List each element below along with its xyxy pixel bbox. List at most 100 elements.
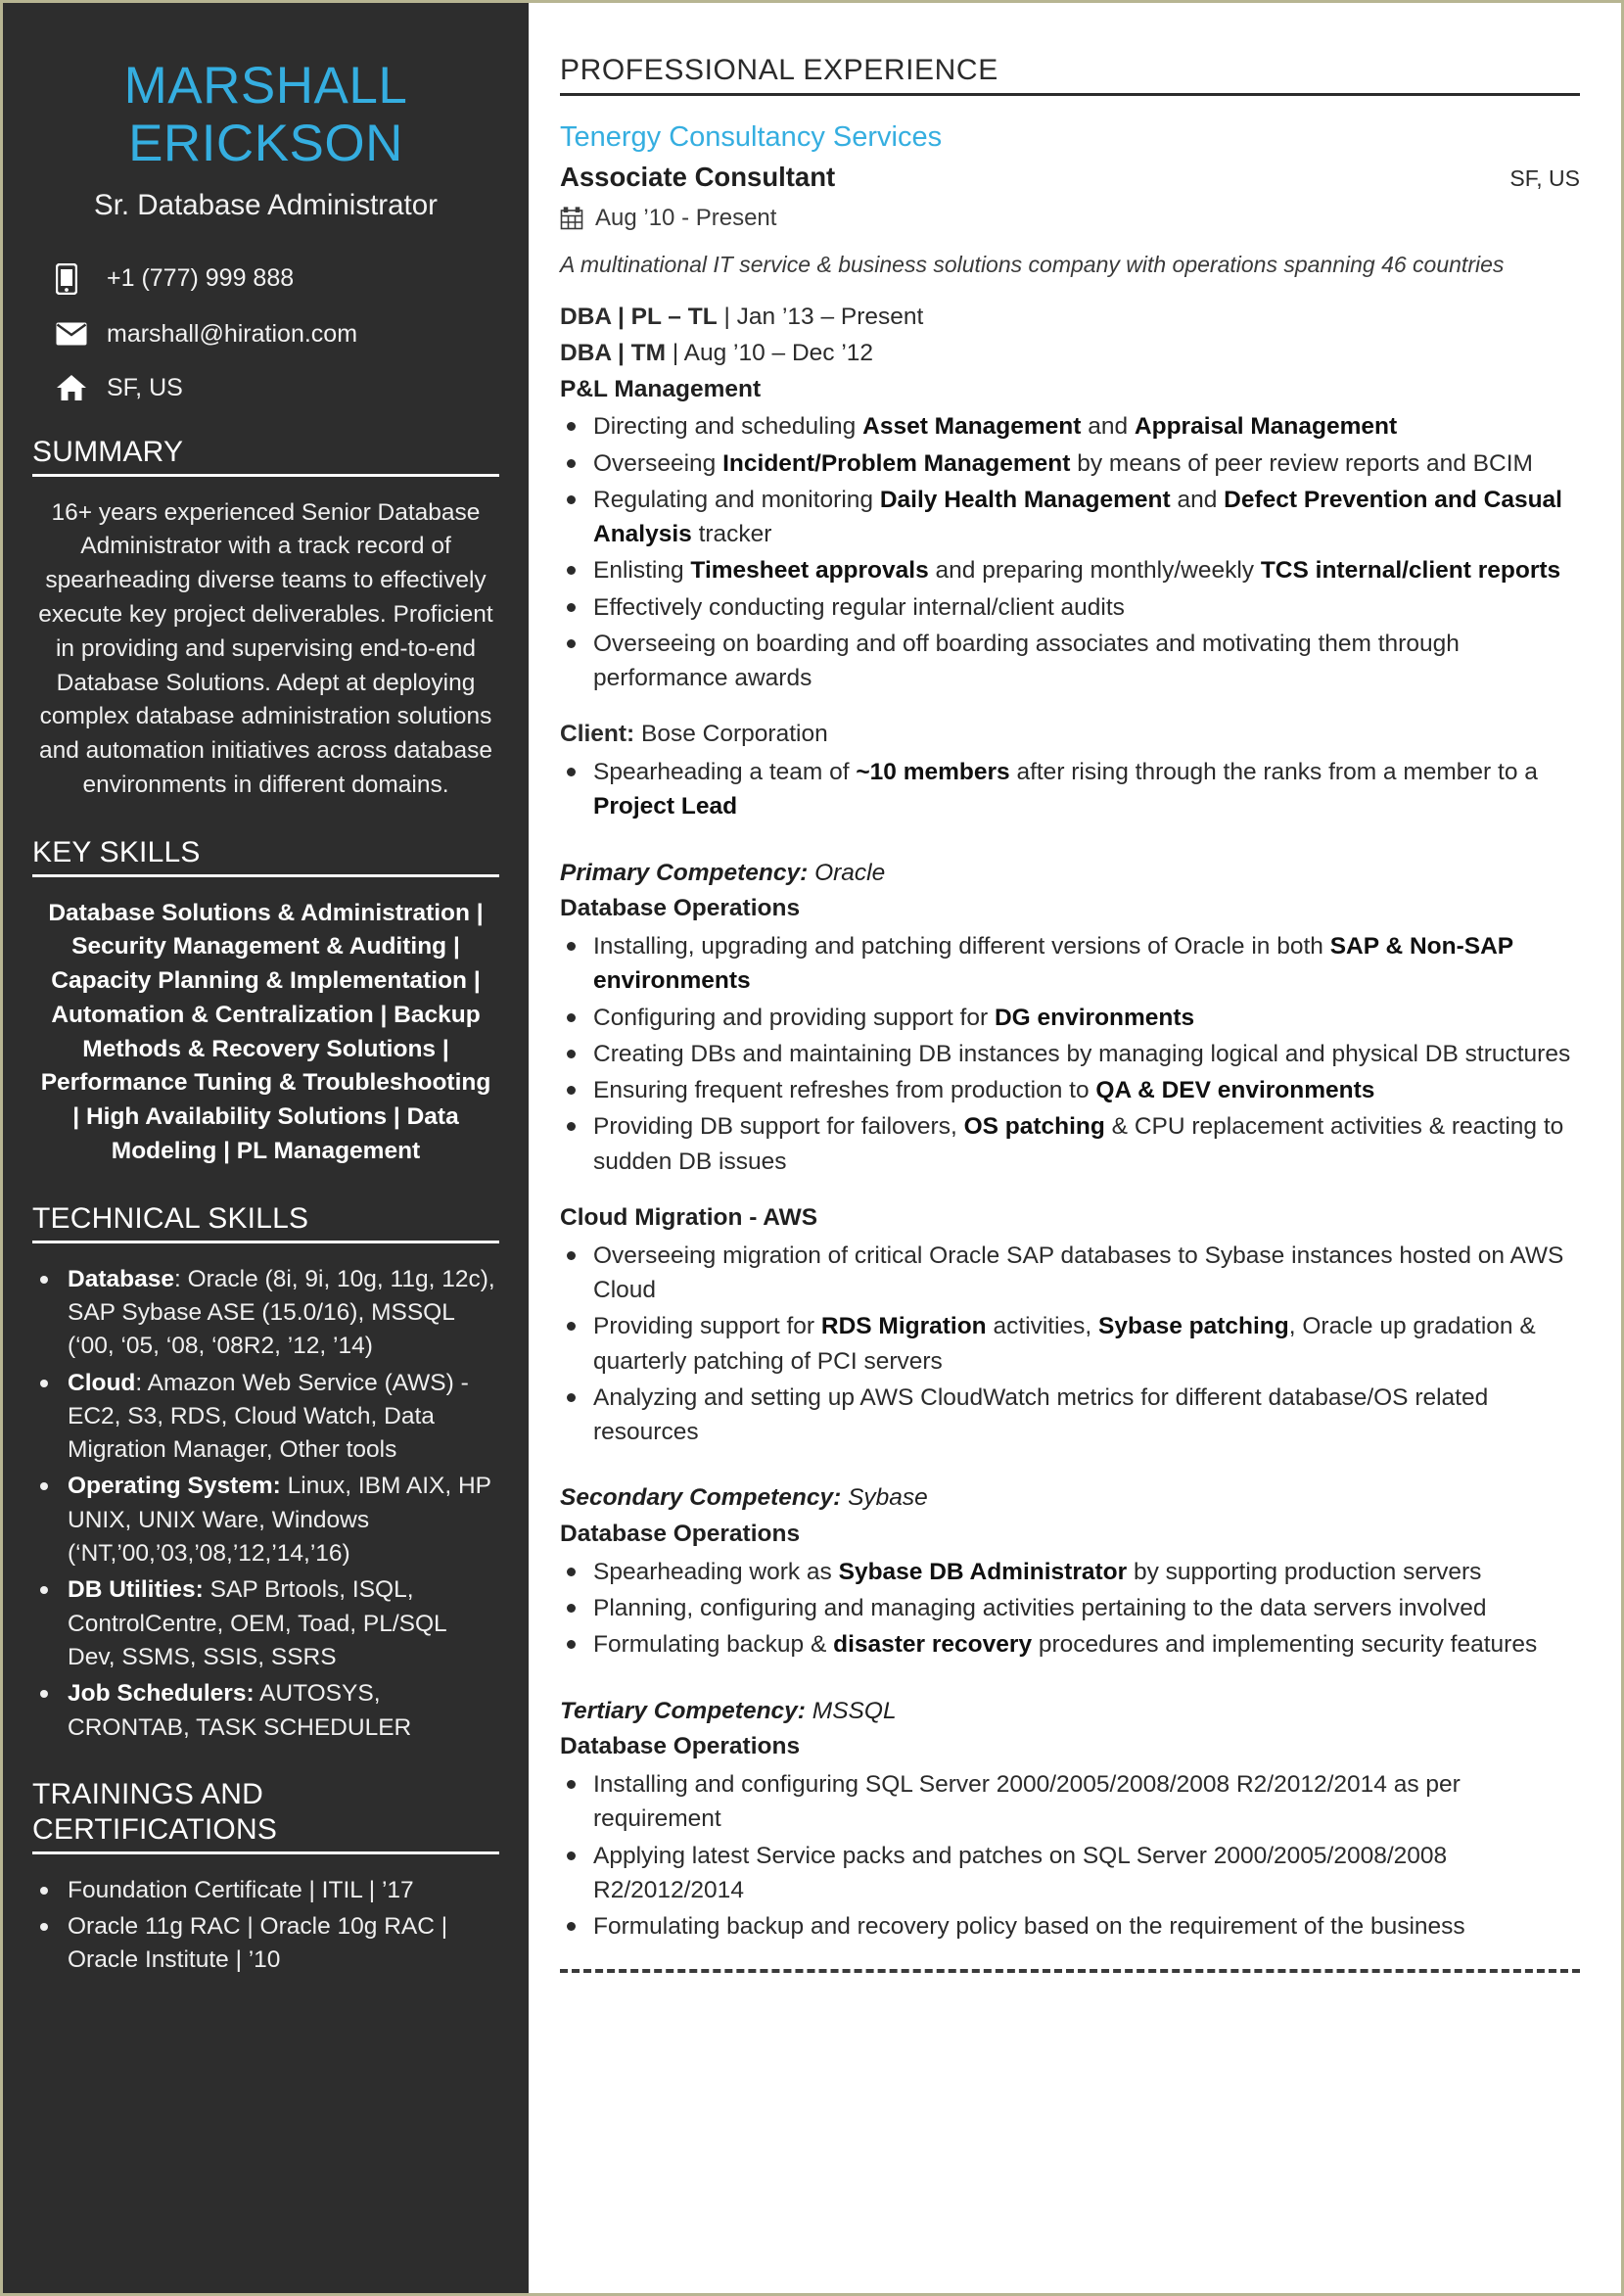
pl-heading: P&L Management <box>560 375 762 402</box>
bullet-item: Ensuring frequent refreshes from product… <box>560 1073 1580 1107</box>
role-detail-title: DBA | PL – TL <box>560 304 718 330</box>
trainings-section: TRAININGS AND CERTIFICATIONS Foundation … <box>32 1778 499 1978</box>
contact-phone[interactable]: +1 (777) 999 888 <box>56 262 499 295</box>
key-skills-section: KEY SKILLS Database Solutions & Administ… <box>32 836 499 1169</box>
competency-group-heading: Database Operations <box>560 1733 801 1760</box>
bullet-text: Formulating backup and recovery policy b… <box>593 1913 1465 1941</box>
trainings-divider <box>32 1851 499 1854</box>
bullet-text: Ensuring frequent refreshes from product… <box>593 1077 1096 1104</box>
bullet-item: Enlisting Timesheet approvals and prepar… <box>560 553 1580 587</box>
bullet-text: Overseeing on boarding and off boarding … <box>593 630 1460 692</box>
bullet-text: Directing and scheduling <box>593 413 863 441</box>
bullet-item: Installing and configuring SQL Server 20… <box>560 1767 1580 1837</box>
bullet-emphasis: TCS internal/client reports <box>1260 557 1561 585</box>
competency-extra-bullet-list: Overseeing migration of critical Oracle … <box>560 1239 1580 1450</box>
calendar-icon <box>560 207 595 230</box>
bullet-item: Planning, configuring and managing activ… <box>560 1591 1580 1625</box>
main-column: PROFESSIONAL EXPERIENCE Tenergy Consulta… <box>529 3 1621 2293</box>
bullet-item: Directing and scheduling Asset Managemen… <box>560 409 1580 444</box>
resume-page: MARSHALL ERICKSON Sr. Database Administr… <box>0 0 1624 2296</box>
summary-heading: SUMMARY <box>32 435 184 468</box>
bullet-text: procedures and implementing security fea… <box>1032 1631 1538 1659</box>
contact-location: SF, US <box>56 374 499 402</box>
bullet-text: Formulating backup & <box>593 1631 834 1659</box>
competency-bullet-list: Installing and configuring SQL Server 20… <box>560 1767 1580 1944</box>
summary-divider <box>32 473 499 477</box>
bullet-text: Configuring and providing support for <box>593 1004 995 1031</box>
competency-heading: Secondary Competency: Sybase <box>560 1480 1580 1517</box>
trainings-heading-line1: TRAININGS AND <box>32 1777 263 1810</box>
bullet-emphasis: Daily Health Management <box>879 486 1171 513</box>
bullet-item: Applying latest Service packs and patche… <box>560 1839 1580 1908</box>
bullet-text: Enlisting <box>593 557 691 585</box>
competency-label: Primary Competency: <box>560 859 809 886</box>
bullet-text: Providing support for <box>593 1313 821 1340</box>
technical-skills-divider <box>32 1240 499 1243</box>
sidebar: MARSHALL ERICKSON Sr. Database Administr… <box>3 3 529 2293</box>
role-location: SF, US <box>1509 165 1580 191</box>
bullet-text: Regulating and monitoring <box>593 486 880 513</box>
role-detail-dates: | Jan ’13 – Present <box>717 304 924 330</box>
bullet-text: Overseeing migration of critical Oracle … <box>593 1242 1564 1304</box>
date-range: Aug ’10 - Present <box>595 205 777 231</box>
bullet-text: Effectively conducting regular internal/… <box>593 593 1125 621</box>
location-value: SF, US <box>107 373 183 401</box>
competency-bullet-list: Installing, upgrading and patching diffe… <box>560 929 1580 1179</box>
role-lines: DBA | PL – TL | Jan ’13 – Present DBA | T… <box>560 300 1580 372</box>
client-label: Client: <box>560 721 635 748</box>
technical-skill-item: Job Schedulers: AUTOSYS, CRONTAB, TASK S… <box>32 1677 499 1745</box>
date-row: Aug ’10 - Present <box>560 205 1580 232</box>
technical-skills-heading: TECHNICAL SKILLS <box>32 1201 309 1235</box>
client-name: Bose Corporation <box>634 721 828 748</box>
competency-label: Secondary Competency: <box>560 1484 842 1512</box>
bullet-text: and <box>1081 413 1135 441</box>
bullet-item: Formulating backup and recovery policy b… <box>560 1909 1580 1944</box>
bullet-emphasis: DG environments <box>994 1004 1195 1031</box>
competency-value: Sybase <box>841 1484 928 1512</box>
bullet-item: Regulating and monitoring Daily Health M… <box>560 483 1580 552</box>
job-title: Sr. Database Administrator <box>94 188 438 221</box>
role-row: Associate Consultant SF, US <box>560 162 1580 193</box>
role-detail-title: DBA | TM <box>560 339 667 366</box>
role-detail-dates: | Aug ’10 – Dec ’12 <box>666 339 874 366</box>
experience-section-divider <box>560 93 1580 96</box>
section-dashed-divider <box>560 1969 1580 1974</box>
email-value: marshall@hiration.com <box>107 319 358 348</box>
bullet-text: Analyzing and setting up AWS CloudWatch … <box>593 1383 1489 1446</box>
bullet-item: Creating DBs and maintaining DB instance… <box>560 1037 1580 1071</box>
home-icon <box>56 374 97 401</box>
bullet-text: Applying latest Service packs and patche… <box>593 1842 1448 1903</box>
bullet-text: Overseeing <box>593 449 723 477</box>
technical-skill-label: Database <box>68 1265 174 1292</box>
technical-skill-label: Operating System: <box>68 1473 281 1500</box>
technical-skill-item: Cloud: Amazon Web Service (AWS) - EC2, S… <box>32 1367 499 1468</box>
bullet-emphasis: ~10 members <box>856 759 1010 786</box>
phone-value: +1 (777) 999 888 <box>107 264 295 293</box>
bullet-text: by means of peer review reports and BCIM <box>1070 449 1533 477</box>
name-block: MARSHALL ERICKSON Sr. Database Administr… <box>32 57 499 222</box>
role-title: Associate Consultant <box>560 162 836 192</box>
bullet-emphasis: Appraisal Management <box>1134 413 1398 441</box>
bullet-item: Effectively conducting regular internal/… <box>560 590 1580 625</box>
competency-value: Oracle <box>808 859 886 886</box>
bullet-item: Overseeing migration of critical Oracle … <box>560 1239 1580 1308</box>
bullet-item: Providing DB support for failovers, OS p… <box>560 1109 1580 1179</box>
bullet-text: by supporting production servers <box>1127 1558 1482 1585</box>
company-name: Tenergy Consultancy Services <box>560 121 943 153</box>
key-skills-heading: KEY SKILLS <box>32 835 201 868</box>
bullet-text: and preparing monthly/weekly <box>928 557 1261 585</box>
bullet-emphasis: disaster recovery <box>833 1631 1033 1659</box>
bullet-item: Formulating backup & disaster recovery p… <box>560 1627 1580 1662</box>
bullet-text: Installing, upgrading and patching diffe… <box>593 933 1330 961</box>
bullet-item: Spearheading work as Sybase DB Administr… <box>560 1555 1580 1589</box>
bullet-text: and <box>1170 486 1225 513</box>
bullet-text: Planning, configuring and managing activ… <box>593 1595 1487 1622</box>
training-item: Oracle 11g RAC | Oracle 10g RAC | Oracle… <box>32 1910 499 1978</box>
bullet-item: Analyzing and setting up AWS CloudWatch … <box>560 1381 1580 1450</box>
bullet-text: Spearheading work as <box>593 1558 839 1585</box>
key-skills-divider <box>32 873 499 877</box>
contact-email[interactable]: marshall@hiration.com <box>56 320 499 349</box>
key-skills-text: Database Solutions & Administration | Se… <box>40 899 491 1164</box>
